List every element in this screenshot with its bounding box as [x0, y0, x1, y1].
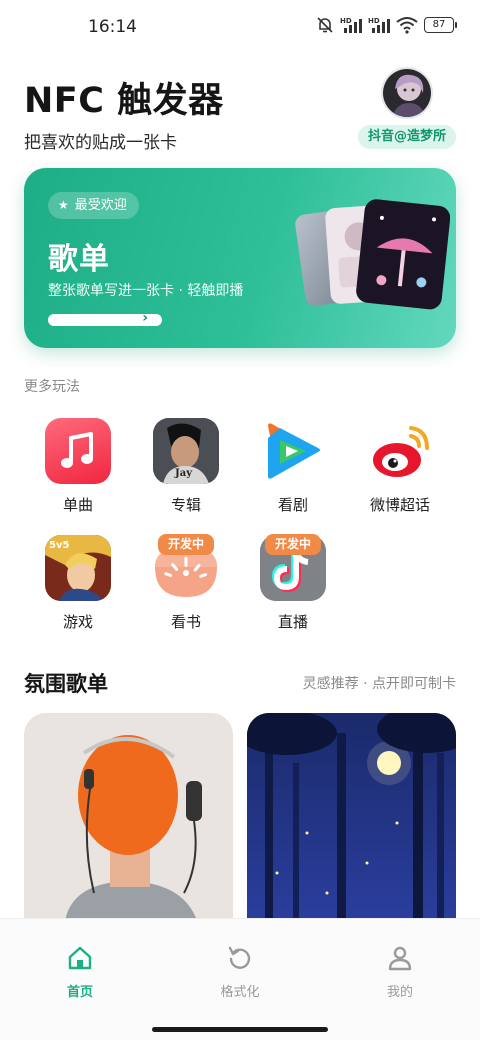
mute-bell-icon: [317, 17, 333, 33]
chevron-right-icon: ›: [142, 310, 148, 326]
status-time: 16:14: [88, 17, 137, 37]
avatar-image: [383, 69, 431, 117]
game-icon: 5v5: [45, 535, 111, 601]
home-icon: [68, 946, 92, 970]
hd-signal-icon: HD: [368, 17, 390, 33]
feature-live[interactable]: 开发中 直播: [248, 534, 338, 632]
user-icon: [388, 946, 412, 971]
refresh-icon: [228, 946, 251, 969]
video-play-icon: [260, 418, 326, 484]
feature-weibo[interactable]: 微博超话: [355, 418, 445, 515]
feature-label: 看剧: [277, 496, 308, 514]
status-icons: HD HD 87: [316, 16, 457, 34]
playlist-cover-image: [24, 713, 233, 933]
bottom-nav: 首页 格式化 我的: [0, 918, 480, 1040]
more-section-label: 更多玩法: [24, 379, 80, 395]
svg-text:HD: HD: [340, 17, 352, 25]
feature-label: 专辑: [170, 496, 201, 514]
page-subtitle: 把喜欢的贴成一张卡: [24, 133, 177, 153]
nav-home[interactable]: 首页: [30, 945, 130, 1000]
feature-label: 看书: [170, 613, 201, 631]
star-icon: ★: [58, 198, 69, 212]
feature-single[interactable]: 单曲: [33, 418, 123, 515]
featured-playlist-card[interactable]: ★ 最受欢迎 歌单 整张歌单写进一张卡 · 轻触即播 ›: [24, 168, 456, 348]
battery-icon: 87: [424, 17, 457, 33]
hero-description: 整张歌单写进一张卡 · 轻触即播: [48, 283, 244, 299]
nav-format-label: 格式化: [220, 985, 260, 1000]
music-note-icon: [45, 418, 111, 484]
hero-progress-bar: ›: [48, 310, 162, 326]
feature-label: 直播: [277, 613, 308, 631]
weibo-icon: [367, 418, 433, 484]
in-development-badge: 开发中: [264, 534, 322, 555]
album-cover-icon: Jay: [153, 418, 219, 484]
avatar[interactable]: [381, 67, 433, 119]
feature-drama[interactable]: 看剧: [248, 418, 338, 515]
wifi-icon: [396, 17, 418, 34]
playlist-card[interactable]: [24, 713, 233, 933]
playlist-cover-image: [247, 713, 456, 933]
playlist-section-title: 氛围歌单: [24, 672, 108, 696]
feature-book[interactable]: 开发中 看书: [141, 534, 231, 632]
in-development-badge: 开发中: [157, 534, 215, 555]
album-covers-stack: [295, 199, 450, 310]
feature-game[interactable]: 5v5 游戏: [33, 535, 123, 632]
playlist-section-hint: 灵感推荐 · 点开即可制卡: [302, 676, 456, 692]
feature-label: 微博超话: [369, 496, 430, 514]
nav-profile[interactable]: 我的: [350, 945, 450, 1000]
author-badge[interactable]: 抖音@造梦所: [358, 125, 457, 149]
feature-label: 单曲: [62, 496, 93, 514]
page-title: NFC 触发器: [24, 81, 224, 121]
popular-badge: ★ 最受欢迎: [48, 192, 139, 219]
nav-profile-label: 我的: [386, 985, 413, 1000]
svg-text:5v5: 5v5: [49, 540, 69, 551]
hero-title: 歌单: [48, 242, 110, 277]
hd-signal-icon: HD: [340, 17, 362, 33]
popular-badge-label: 最受欢迎: [74, 198, 127, 213]
home-indicator[interactable]: [152, 1027, 328, 1032]
playlist-card[interactable]: [247, 713, 456, 933]
feature-label: 游戏: [62, 613, 93, 631]
status-bar: 16:14 HD HD 87: [0, 0, 480, 56]
svg-text:Jay: Jay: [174, 468, 193, 479]
nav-home-label: 首页: [66, 985, 93, 1000]
svg-text:HD: HD: [368, 17, 380, 25]
feature-album[interactable]: Jay 专辑: [141, 418, 231, 515]
nav-format[interactable]: 格式化: [190, 945, 290, 1000]
